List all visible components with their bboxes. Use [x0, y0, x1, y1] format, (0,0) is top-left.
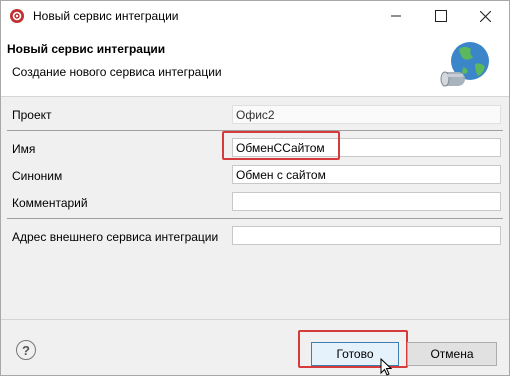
- name-highlight-box: [222, 131, 340, 160]
- close-button[interactable]: [463, 1, 508, 31]
- form-area: Проект Офис2 Имя ОбменССайтом Синоним Об…: [1, 97, 509, 319]
- wizard-header: Новый сервис интеграции Создание нового …: [1, 31, 509, 97]
- address-input[interactable]: [232, 226, 501, 245]
- title-bar[interactable]: Новый сервис интеграции: [1, 1, 509, 31]
- project-field: Офис2: [232, 105, 501, 124]
- comment-label: Комментарий: [12, 196, 88, 210]
- help-icon[interactable]: ?: [16, 340, 36, 360]
- dialog-footer: ? Готово Отмена: [1, 319, 509, 375]
- dialog-window: Новый сервис интеграции Новый сервис инт…: [0, 0, 510, 376]
- separator: [7, 218, 503, 219]
- synonym-label: Синоним: [12, 169, 63, 183]
- name-label: Имя: [12, 142, 36, 156]
- close-icon: [480, 10, 491, 22]
- address-label: Адрес внешнего сервиса интеграции: [12, 230, 219, 244]
- comment-input[interactable]: [232, 192, 501, 211]
- header-title: Новый сервис интеграции: [7, 42, 166, 56]
- header-subtitle: Создание нового сервиса интеграции: [12, 65, 222, 79]
- project-label: Проект: [12, 108, 52, 122]
- mouse-pointer-icon: [380, 358, 392, 376]
- maximize-icon: [434, 10, 447, 22]
- minimize-icon: [390, 15, 401, 17]
- cancel-button[interactable]: Отмена: [407, 342, 497, 366]
- window-title: Новый сервис интеграции: [33, 9, 179, 23]
- integration-service-icon: [440, 42, 489, 87]
- synonym-input[interactable]: Обмен с сайтом: [232, 165, 501, 184]
- minimize-button[interactable]: [373, 1, 418, 31]
- maximize-button[interactable]: [418, 1, 463, 31]
- app-icon: [10, 9, 24, 23]
